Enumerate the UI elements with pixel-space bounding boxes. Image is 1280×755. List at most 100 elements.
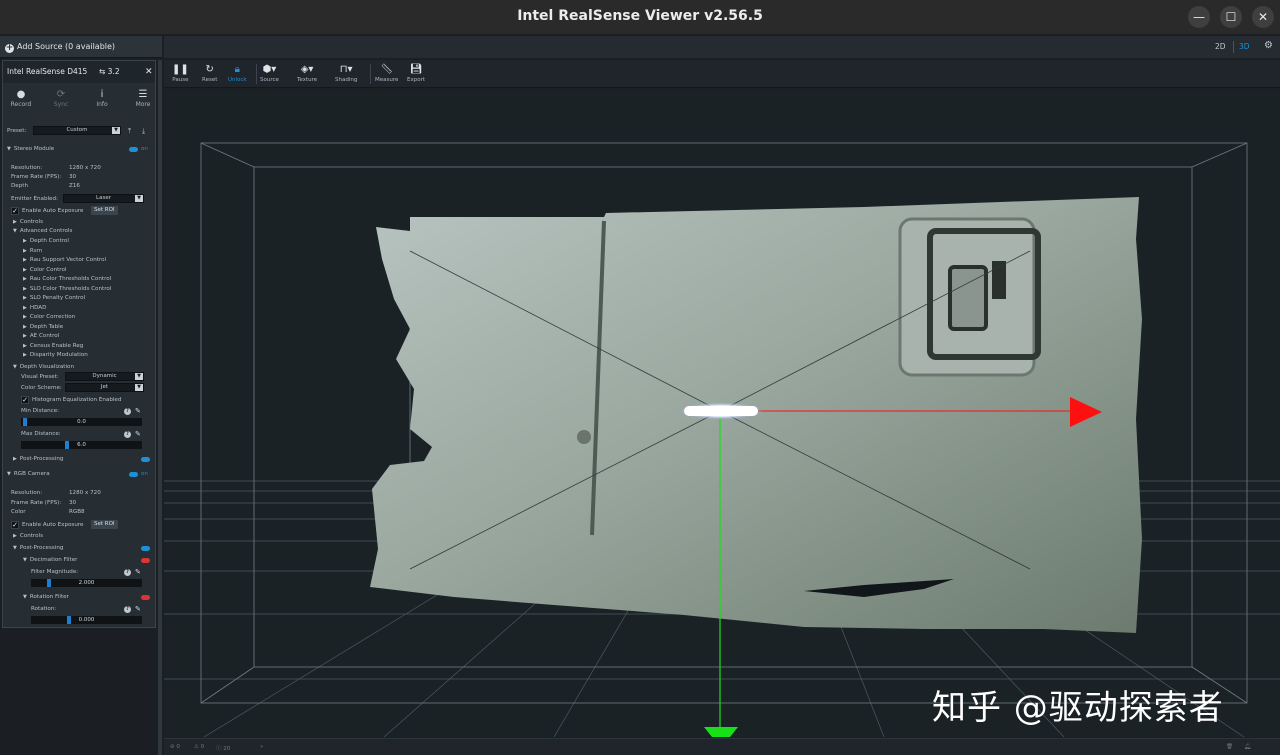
- rgb-post-processing-row[interactable]: ▼ Post-Processing: [3, 543, 155, 553]
- record-button[interactable]: ● Record: [3, 88, 39, 108]
- close-device-icon[interactable]: ✕: [145, 61, 153, 83]
- edit-icon[interactable]: ✎: [135, 429, 141, 439]
- slider-knob[interactable]: [47, 579, 51, 587]
- emitter-select[interactable]: Laser ▼: [63, 194, 144, 203]
- rgb-camera-header[interactable]: ▼ RGB Camera on: [3, 469, 155, 479]
- info-button[interactable]: i Info: [84, 88, 120, 108]
- decimation-filter-toggle[interactable]: [141, 558, 150, 563]
- rgb-resolution-row: Resolution: 1280 x 720: [3, 488, 155, 498]
- rotation-slider[interactable]: 0.000: [31, 616, 142, 624]
- decimation-filter-row[interactable]: ▼ Decimation Filter: [3, 555, 155, 565]
- reset-button[interactable]: ↻ Reset: [202, 63, 217, 83]
- set-roi-button[interactable]: Set ROI: [91, 520, 118, 529]
- stereo-module-header[interactable]: ▼ Stereo Module on: [3, 144, 155, 154]
- download-icon[interactable]: ⤓: [142, 126, 145, 136]
- export-button[interactable]: 💾︎ Export: [407, 63, 425, 83]
- expand-icon: ▶: [23, 266, 27, 273]
- more-button[interactable]: ☰ More: [125, 88, 155, 108]
- preset-select[interactable]: Custom ▼: [33, 126, 121, 135]
- advanced-control-label: Color Control: [29, 266, 67, 273]
- stereo-post-processing-row[interactable]: ▶ Post-Processing: [3, 454, 155, 464]
- min-distance-label: Min Distance:: [21, 408, 60, 414]
- advanced-control-item[interactable]: ▶ Rau Color Thresholds Control: [3, 274, 155, 284]
- auto-exposure-label: Enable Auto Exposure: [22, 522, 84, 528]
- set-roi-button[interactable]: Set ROI: [91, 206, 118, 215]
- advanced-control-item[interactable]: ▶ Census Enable Reg: [3, 341, 155, 351]
- edit-icon[interactable]: ✎: [135, 604, 141, 614]
- add-source-label: Add Source (0 available): [17, 42, 116, 51]
- warnings-count[interactable]: ⚠ 0: [194, 744, 204, 750]
- shading-button[interactable]: ⊓▾ Shading: [335, 63, 357, 83]
- advanced-control-item[interactable]: ▶ SLO Penalty Control: [3, 293, 155, 303]
- slider-knob[interactable]: [65, 441, 69, 449]
- rgb-toggle[interactable]: [129, 472, 138, 477]
- help-icon[interactable]: ?: [124, 569, 131, 576]
- trash-icon[interactable]: 🗑︎: [1226, 744, 1233, 750]
- edit-icon[interactable]: ✎: [135, 406, 141, 416]
- advanced-controls-row[interactable]: ▼ Advanced Controls: [3, 226, 155, 236]
- help-icon[interactable]: ?: [124, 606, 131, 613]
- rotation-label: Rotation:: [31, 606, 57, 612]
- advanced-control-item[interactable]: ▶ SLO Color Thresholds Control: [3, 284, 155, 294]
- add-source-button[interactable]: + Add Source (0 available): [0, 36, 162, 58]
- advanced-control-item[interactable]: ▶ Rau Support Vector Control: [3, 255, 155, 265]
- sync-button[interactable]: ⟳ Sync: [43, 88, 79, 108]
- texture-button[interactable]: ◈▾ Texture: [297, 63, 317, 83]
- color-scheme-select[interactable]: Jet ▼: [65, 383, 144, 392]
- tab-2d[interactable]: 2D: [1215, 42, 1226, 51]
- source-button[interactable]: ⬢▾ Source: [260, 63, 279, 83]
- minimize-button[interactable]: —: [1188, 6, 1210, 28]
- gear-icon[interactable]: ⚙: [1264, 40, 1273, 51]
- point-cloud-view[interactable]: [164, 89, 1280, 737]
- resolution-label: Resolution:: [11, 490, 43, 496]
- help-icon[interactable]: ?: [124, 431, 131, 438]
- post-processing-toggle[interactable]: [141, 457, 150, 462]
- unlock-button[interactable]: 🔒︎ Unlock: [228, 63, 247, 83]
- advanced-control-item[interactable]: ▶ Rsm: [3, 246, 155, 256]
- depth-visualization-row[interactable]: ▼ Depth Visualization: [3, 362, 155, 372]
- info-count[interactable]: ⓘ 20: [216, 744, 230, 752]
- slider-knob[interactable]: [67, 616, 71, 624]
- decimation-filter-label: Decimation Filter: [29, 557, 78, 563]
- rgb-controls-row[interactable]: ▶ Controls: [3, 531, 155, 541]
- edit-icon[interactable]: ✎: [135, 567, 141, 577]
- stereo-toggle[interactable]: [129, 147, 138, 152]
- paint-roller-icon: ⊓▾: [339, 64, 353, 75]
- expand-icon: ▶: [13, 533, 17, 539]
- rotation-filter-toggle[interactable]: [141, 595, 150, 600]
- notification-icon[interactable]: 🔔︎: [1244, 744, 1251, 750]
- sync-label: Sync: [53, 101, 69, 108]
- filter-magnitude-slider[interactable]: 2.000: [31, 579, 142, 587]
- pause-button[interactable]: ❚❚ Pause: [172, 63, 189, 83]
- advanced-control-item[interactable]: ▶ Depth Table: [3, 322, 155, 332]
- close-window-button[interactable]: ✕: [1252, 6, 1274, 28]
- max-distance-slider[interactable]: 6.0: [21, 441, 142, 449]
- advanced-control-item[interactable]: ▶ AE Control: [3, 331, 155, 341]
- panel-scrollbar[interactable]: [158, 60, 162, 755]
- errors-count[interactable]: ⊘ 0: [170, 744, 180, 750]
- post-processing-toggle[interactable]: [141, 546, 150, 551]
- advanced-control-label: Depth Table: [29, 323, 64, 330]
- help-icon[interactable]: ?: [124, 408, 131, 415]
- advanced-control-item[interactable]: ▶ Color Control: [3, 265, 155, 275]
- visual-preset-select[interactable]: Dynamic ▼: [65, 372, 144, 381]
- advanced-control-item[interactable]: ▶ Depth Control: [3, 236, 155, 246]
- slider-knob[interactable]: [23, 418, 27, 426]
- measure-button[interactable]: 📏︎ Measure: [375, 63, 398, 83]
- tab-3d[interactable]: 3D: [1239, 42, 1250, 51]
- histogram-label: Histogram Equalization Enabled: [32, 397, 122, 403]
- auto-exposure-checkbox[interactable]: ✓: [11, 521, 19, 529]
- divider: [256, 64, 257, 84]
- min-distance-slider[interactable]: 0.0: [21, 418, 142, 426]
- 3d-viewport[interactable]: [164, 89, 1280, 737]
- upload-icon[interactable]: ⤒: [128, 126, 131, 136]
- advanced-control-item[interactable]: ▶ Disparity Modulation: [3, 350, 155, 360]
- collapse-icon: ▼: [23, 557, 27, 563]
- expand-log-icon[interactable]: »: [260, 744, 263, 750]
- maximize-button[interactable]: ☐: [1220, 6, 1242, 28]
- histogram-checkbox[interactable]: ✓: [21, 396, 29, 404]
- advanced-control-item[interactable]: ▶ HDAD: [3, 303, 155, 313]
- rotation-filter-row[interactable]: ▼ Rotation Filter: [3, 592, 155, 602]
- advanced-control-item[interactable]: ▶ Color Correction: [3, 312, 155, 322]
- auto-exposure-checkbox[interactable]: ✓: [11, 207, 19, 215]
